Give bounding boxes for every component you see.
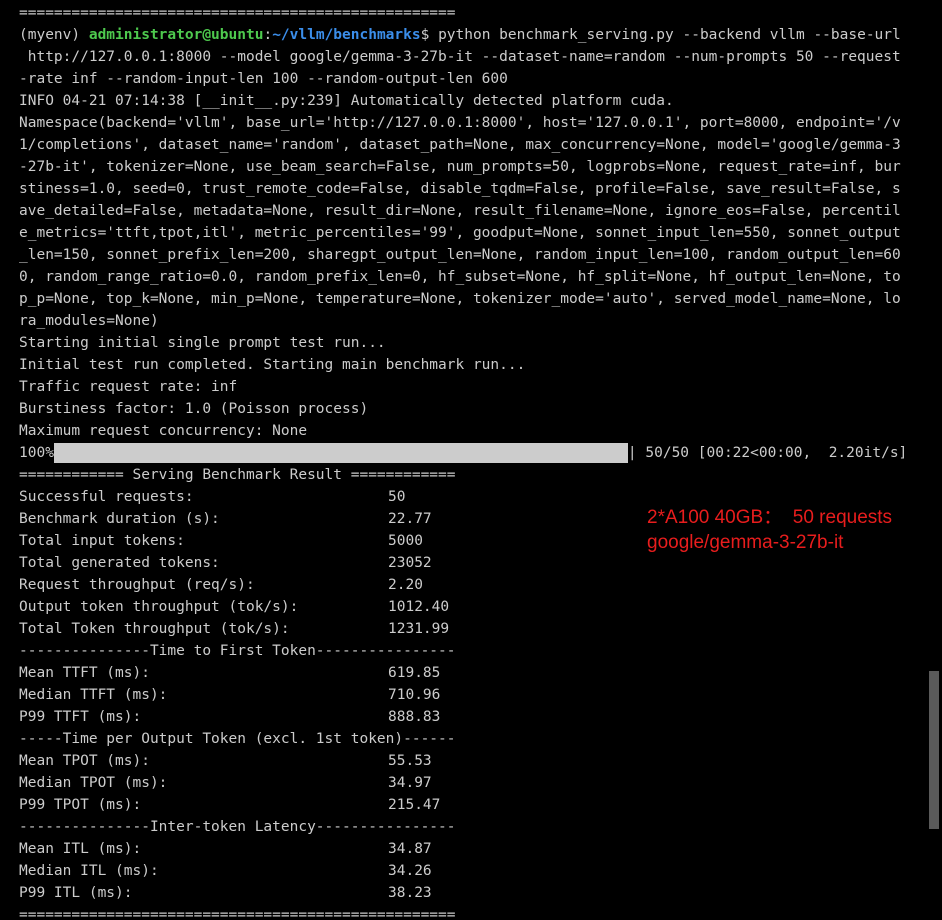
log-line: Traffic request rate: inf <box>19 379 238 395</box>
metric-row: P99 TPOT (ms): 215.47 <box>19 794 931 816</box>
metric-label: Total Token throughput (tok/s): <box>19 621 290 637</box>
metric-row: Median ITL (ms): 34.26 <box>19 860 931 882</box>
log-line: Burstiness factor: 1.0 (Poisson process) <box>19 401 369 417</box>
metric-label: P99 TTFT (ms): <box>19 709 142 725</box>
terminal-output: ========================================… <box>19 2 931 920</box>
prompt-line: (myenv) administrator@ubuntu:~/vllm/benc… <box>19 24 931 46</box>
log-line: Starting initial single prompt test run.… <box>19 335 386 351</box>
log-line: -27b-it', tokenizer=None, use_beam_searc… <box>19 159 901 175</box>
metric-value: 1231.99 <box>388 621 450 637</box>
metric-label: Successful requests: <box>19 489 194 505</box>
metric-value: 2.20 <box>388 577 423 593</box>
metric-value: 215.47 <box>388 797 441 813</box>
metric-label: P99 ITL (ms): <box>19 885 133 901</box>
metric-row: P99 TTFT (ms): 888.83 <box>19 706 931 728</box>
scrollbar-thumb[interactable] <box>929 671 939 829</box>
progress-bar <box>53 443 628 463</box>
metric-value: 34.87 <box>388 841 432 857</box>
metric-label: Benchmark duration (s): <box>19 511 220 527</box>
prompt-symbol: $ <box>420 27 439 43</box>
metric-label: Mean ITL (ms): <box>19 841 142 857</box>
prompt-command: python benchmark_serving.py --backend vl… <box>438 27 901 43</box>
progress-bar-fill <box>53 443 628 463</box>
metric-row: Output token throughput (tok/s): 1012.40 <box>19 596 931 618</box>
metric-row: Median TTFT (ms): 710.96 <box>19 684 931 706</box>
itl-metrics: Mean ITL (ms): 34.87 Median ITL (ms): 34.26… <box>19 838 931 904</box>
metric-value: 5000 <box>388 533 423 549</box>
log-line: stiness=1.0, seed=0, trust_remote_code=F… <box>19 181 901 197</box>
metric-value: 38.23 <box>388 885 432 901</box>
log-line: e_metrics='ttft,tpot,itl', metric_percen… <box>19 225 901 241</box>
log-output: INFO 04-21 07:14:38 [__init__.py:239] Au… <box>19 90 931 442</box>
terminal-window[interactable]: ========================================… <box>0 0 942 920</box>
metric-value: 34.26 <box>388 863 432 879</box>
bottom-rule: ========================================… <box>19 907 456 920</box>
tpot-header: -----Time per Output Token (excl. 1st to… <box>19 731 456 747</box>
prompt-user: administrator@ubuntu <box>88 27 264 43</box>
progress-stats: | 50/50 [00:22<00:00, 2.20it/s] <box>627 445 908 461</box>
prompt-path: ~/vllm/benchmarks <box>272 27 421 43</box>
metric-label: Median ITL (ms): <box>19 863 159 879</box>
ttft-metrics: Mean TTFT (ms): 619.85 Median TTFT (ms): 71… <box>19 662 931 728</box>
annotation-line: google/gemma-3-27b-it <box>647 532 844 553</box>
metric-value: 22.77 <box>388 511 432 527</box>
command-continuation: http://127.0.0.1:8000 --model google/gem… <box>19 49 901 65</box>
metric-row: Total generated tokens: 23052 <box>19 552 931 574</box>
log-line: 1/completions', dataset_name='random', d… <box>19 137 901 153</box>
metric-label: Total generated tokens: <box>19 555 220 571</box>
metric-row: P99 ITL (ms): 38.23 <box>19 882 931 904</box>
metric-row: Median TPOT (ms): 34.97 <box>19 772 931 794</box>
metric-value: 55.53 <box>388 753 432 769</box>
metric-label: Mean TTFT (ms): <box>19 665 150 681</box>
log-line: p_p=None, top_k=None, min_p=None, temper… <box>19 291 901 307</box>
prompt-separator: : <box>263 27 273 43</box>
metric-label: Median TTFT (ms): <box>19 687 168 703</box>
log-line: ra_modules=None) <box>19 313 159 329</box>
tpot-metrics: Mean TPOT (ms): 55.53 Median TPOT (ms): 34.… <box>19 750 931 816</box>
result-header: ============ Serving Benchmark Result ==… <box>19 467 456 483</box>
command-continuation: -rate inf --random-input-len 100 --rando… <box>19 71 508 87</box>
metric-label: Output token throughput (tok/s): <box>19 599 299 615</box>
metric-value: 1012.40 <box>388 599 450 615</box>
metric-value: 34.97 <box>388 775 432 791</box>
metric-row: Mean TPOT (ms): 55.53 <box>19 750 931 772</box>
metric-row: Request throughput (req/s): 2.20 <box>19 574 931 596</box>
progress-percent: 100% <box>19 445 54 461</box>
log-line: 0, random_range_ratio=0.0, random_prefix… <box>19 269 901 285</box>
metric-label: Request throughput (req/s): <box>19 577 255 593</box>
annotation-text: 2*A100 40GB： 50 requests google/gemma-3-… <box>647 505 892 555</box>
metric-label: P99 TPOT (ms): <box>19 797 142 813</box>
metric-row: Total Token throughput (tok/s): 1231.99 <box>19 618 931 640</box>
itl-header: ---------------Inter-token Latency------… <box>19 819 456 835</box>
metric-label: Median TPOT (ms): <box>19 775 168 791</box>
log-line: _len=150, sonnet_prefix_len=200, sharegp… <box>19 247 901 263</box>
metric-value: 50 <box>388 489 406 505</box>
top-rule: ========================================… <box>19 5 456 21</box>
log-line: Initial test run completed. Starting mai… <box>19 357 526 373</box>
ttft-header: ---------------Time to First Token------… <box>19 643 456 659</box>
log-line: Maximum request concurrency: None <box>19 423 308 439</box>
metric-row: Mean TTFT (ms): 619.85 <box>19 662 931 684</box>
log-line: INFO 04-21 07:14:38 [__init__.py:239] Au… <box>19 93 674 109</box>
metric-value: 710.96 <box>388 687 441 703</box>
metric-value: 619.85 <box>388 665 441 681</box>
metric-row: Mean ITL (ms): 34.87 <box>19 838 931 860</box>
progress-line: 100% | 50/50 [00:22<00:00, 2.20it/s] <box>19 442 931 464</box>
metric-value: 23052 <box>388 555 432 571</box>
log-line: Namespace(backend='vllm', base_url='http… <box>19 115 901 131</box>
annotation-line: 2*A100 40GB： 50 requests <box>647 507 893 528</box>
metric-label: Total input tokens: <box>19 533 185 549</box>
metric-value: 888.83 <box>388 709 441 725</box>
metric-label: Mean TPOT (ms): <box>19 753 150 769</box>
prompt-env: (myenv) <box>19 27 89 43</box>
log-line: ave_detailed=False, metadata=None, resul… <box>19 203 901 219</box>
